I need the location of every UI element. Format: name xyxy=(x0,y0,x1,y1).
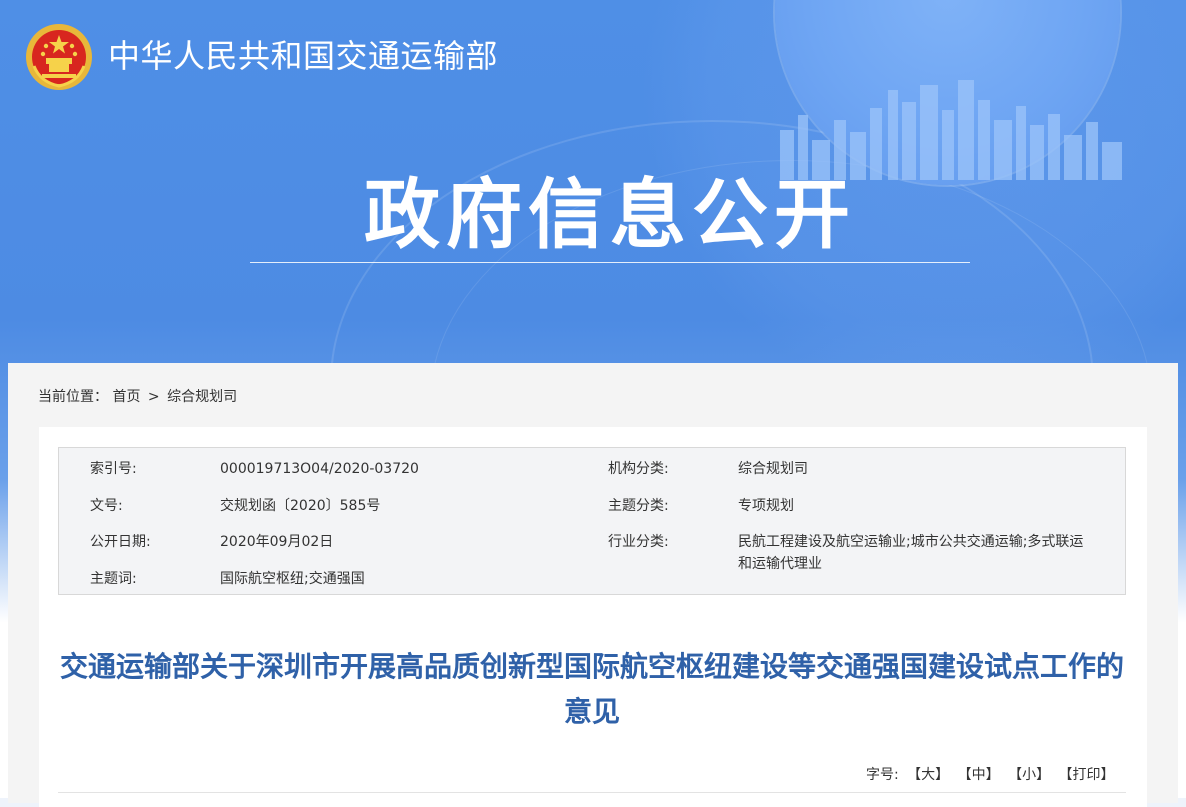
keyword-label: 主题词: xyxy=(90,571,137,587)
publish-date-value: 2020年09月02日 xyxy=(220,534,334,550)
breadcrumb: 当前位置： 首页 > 综合规划司 xyxy=(38,387,237,407)
section-title: 政府信息公开 xyxy=(364,170,856,259)
font-small-button[interactable]: 【小】 xyxy=(1008,767,1050,783)
font-medium-button[interactable]: 【中】 xyxy=(958,767,1000,783)
industry-label: 行业分类: xyxy=(608,534,669,550)
org-label: 机构分类: xyxy=(608,461,669,477)
breadcrumb-home-link[interactable]: 首页 xyxy=(112,389,140,405)
index-label: 索引号: xyxy=(90,461,137,477)
industry-value: 民航工程建设及航空运输业;城市公共交通运输;多式联运和运输代理业 xyxy=(738,534,1084,572)
org-value: 综合规划司 xyxy=(738,461,808,477)
site-title[interactable]: 中华人民共和国交通运输部 xyxy=(108,36,498,76)
topic-label: 主题分类: xyxy=(608,498,669,514)
breadcrumb-prefix: 当前位置： xyxy=(38,389,108,405)
document-title: 交通运输部关于深圳市开展高品质创新型国际航空枢纽建设等交通强国建设试点工作的意见 xyxy=(59,650,1124,728)
doc-number-value: 交规划函〔2020〕585号 xyxy=(220,498,381,514)
content-divider xyxy=(58,792,1126,793)
doc-number-label: 文号: xyxy=(90,498,123,514)
print-button[interactable]: 【打印】 xyxy=(1059,767,1115,783)
font-size-tools: 字号: 【大】 【中】 【小】 【打印】 xyxy=(866,765,1115,785)
topic-value: 专项规划 xyxy=(738,498,794,514)
breadcrumb-department-link[interactable]: 综合规划司 xyxy=(167,389,237,405)
keyword-value: 国际航空枢纽;交通强国 xyxy=(220,571,365,587)
font-large-button[interactable]: 【大】 xyxy=(907,767,949,783)
title-underline xyxy=(250,262,970,263)
publish-date-label: 公开日期: xyxy=(90,534,151,550)
breadcrumb-separator: > xyxy=(147,389,160,405)
city-skyline-illustration xyxy=(780,80,1122,180)
font-size-label: 字号: xyxy=(866,767,899,783)
index-value: 000019713O04/2020-03720 xyxy=(220,461,419,477)
national-emblem-icon xyxy=(26,24,92,90)
